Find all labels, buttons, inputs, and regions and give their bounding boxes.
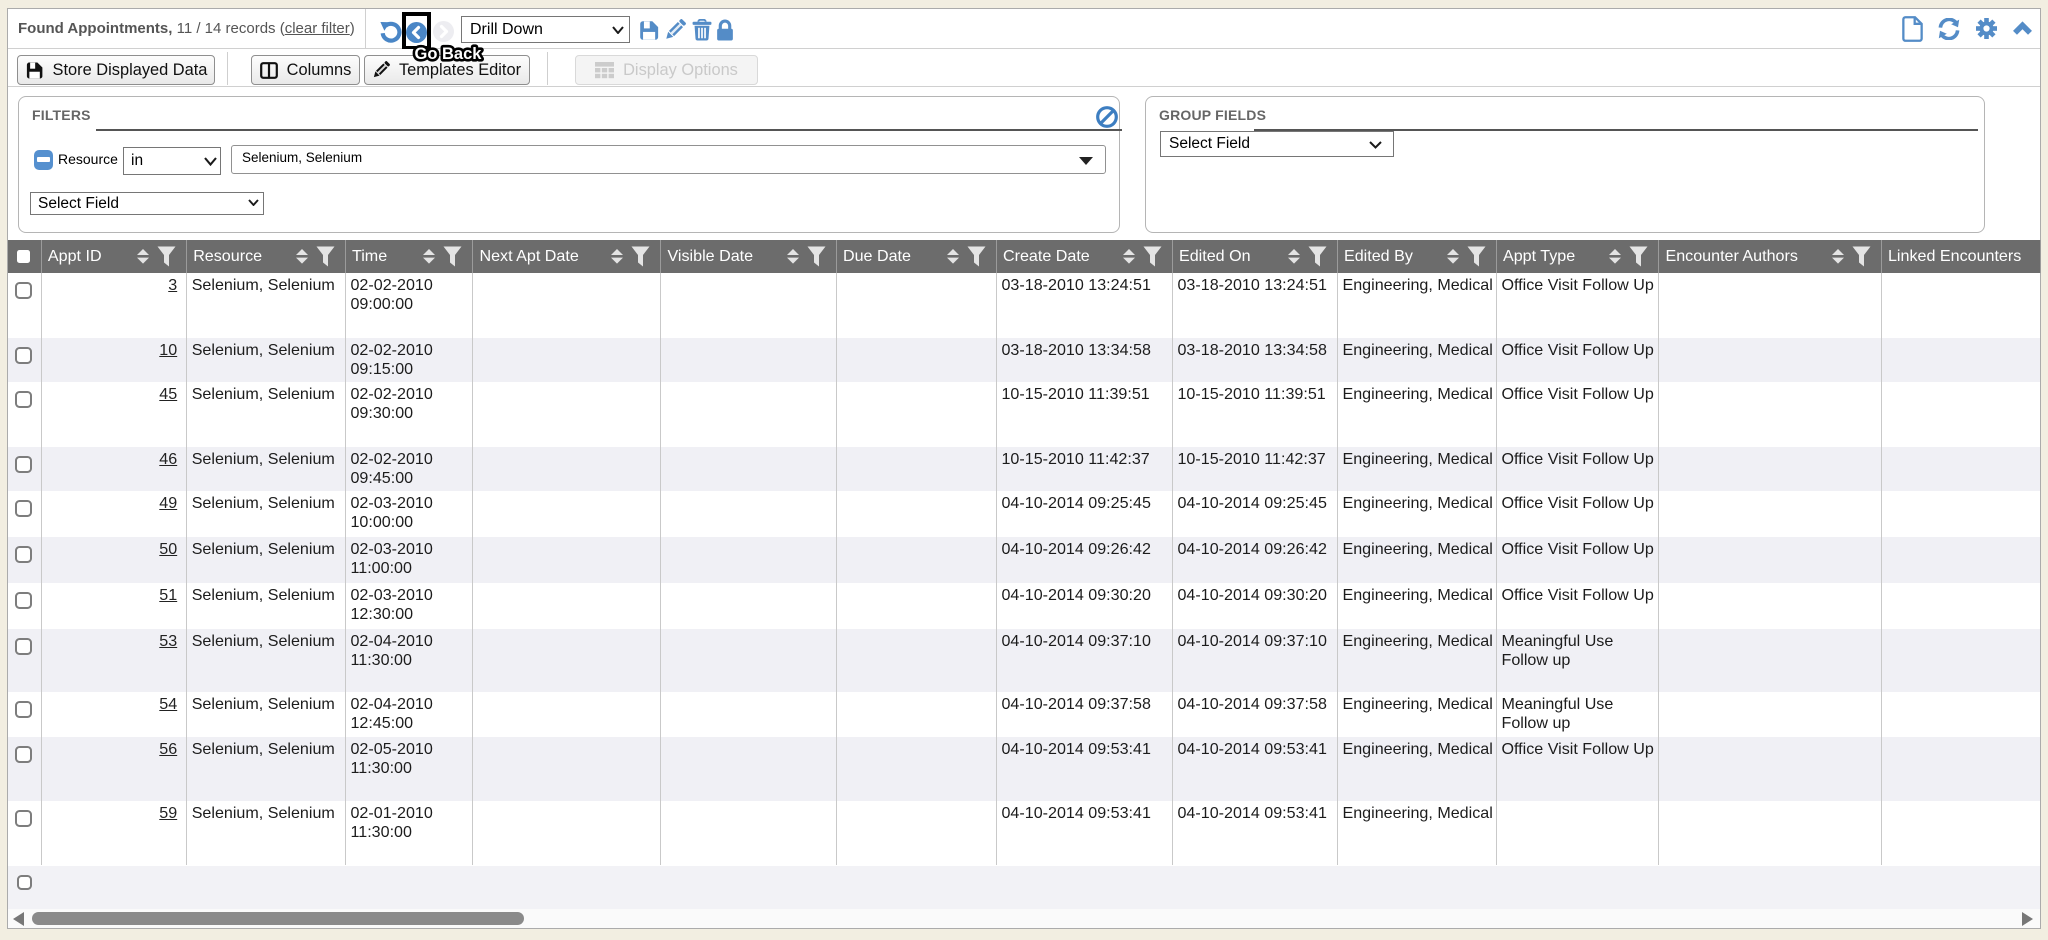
svg-text:Go Back: Go Back xyxy=(415,45,483,63)
